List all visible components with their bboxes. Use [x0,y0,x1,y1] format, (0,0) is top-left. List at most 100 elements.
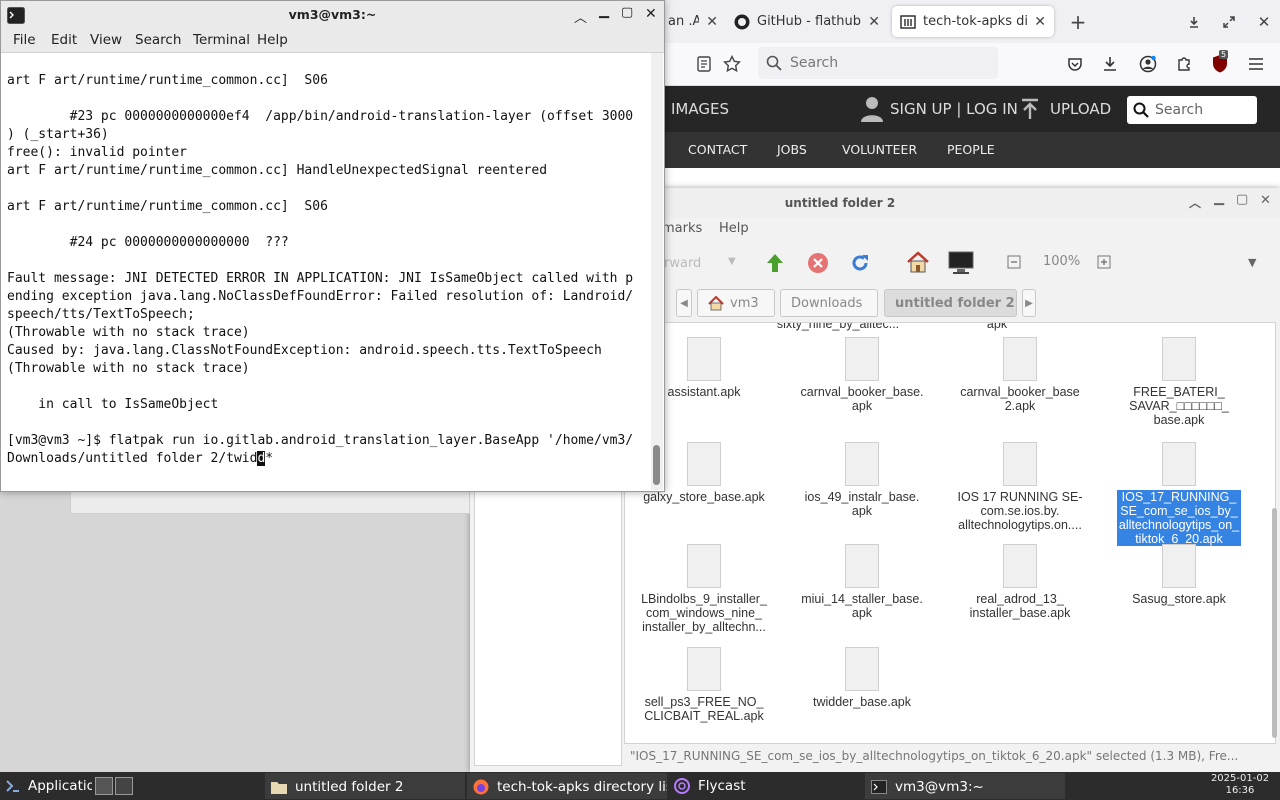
chevron-down-icon[interactable]: ▼ [728,256,736,267]
reader-view-icon[interactable] [694,54,714,74]
menu-edit[interactable]: Edit [51,32,77,48]
toolbar-overflow-icon[interactable]: ▼ [1248,256,1256,269]
breadcrumb-label: Downloads [791,295,863,311]
subnav-contact[interactable]: CONTACT [688,142,747,157]
site-search-input[interactable]: Search [1127,96,1257,124]
subnav-people[interactable]: PEOPLE [947,142,995,157]
terminal-scrollbar[interactable] [651,53,663,490]
file-item[interactable]: ios_49_instalr_base. apk [795,442,929,518]
terminal-scrollbar-thumb[interactable] [653,445,660,485]
breadcrumb-forward-arrow[interactable]: ▶ [1022,289,1036,317]
apk-file-icon [1162,442,1196,486]
maximize-icon[interactable]: ▢ [1236,192,1248,207]
new-tab-icon[interactable]: + [1068,10,1088,34]
menu-search[interactable]: Search [135,32,181,48]
file-grid[interactable]: sixty_nine_by_alltec... apk assistant.ap… [624,322,1276,744]
file-item[interactable]: miui_14_staller_base. apk [795,544,929,620]
parent-folder-icon[interactable] [764,252,786,274]
taskbar-window-flycast[interactable]: Flycast [668,773,863,799]
menu-bookmarks[interactable]: marks [662,221,702,236]
taskbar-window-label: Flycast [698,778,746,794]
taskbar-window-firefox[interactable]: tech-tok-apks directory listi... [467,773,667,799]
breadcrumb-back-arrow[interactable]: ◀ [676,289,692,317]
taskbar-window-terminal[interactable]: vm3@vm3:~ [865,773,1065,799]
close-icon[interactable]: ✕ [706,14,718,30]
file-item[interactable]: LBindolbs_9_installer_ com_windows_nine_ i… [637,544,771,634]
terminal-input-line[interactable]: Downloads/untitled folder 2/twidd* [7,450,650,468]
file-item[interactable]: sell_ps3_FREE_NO_ CLICBAIT_REAL.apk [637,647,771,723]
minimize-icon[interactable]: ▁ [599,4,609,19]
bookmark-star-icon[interactable] [722,54,742,74]
stop-icon[interactable] [807,252,829,274]
nav-images[interactable]: IMAGES [671,100,729,118]
menu-help[interactable]: Help [719,221,749,236]
zoom-out-icon[interactable] [1007,255,1021,269]
terminal-titlebar[interactable]: vm3@vm3:~ ︿ ▁ ▢ ✕ [1,1,664,30]
terminal-line: art F art/runtime/runtime_common.cc] S06 [7,73,328,88]
pocket-icon[interactable] [1065,54,1085,74]
file-item[interactable]: real_adrod_13_ installer_base.apk [953,544,1087,620]
close-icon[interactable]: ✕ [868,14,880,30]
applications-menu[interactable]: Applications [0,773,92,799]
account-icon[interactable] [1138,54,1158,74]
ublock-icon[interactable]: 5 [1210,50,1230,73]
restore-icon[interactable] [1219,12,1239,32]
flycast-icon [674,778,690,794]
file-item[interactable]: carnval_booker_base 2.apk [953,337,1087,413]
site-subnav: CONTACT JOBS VOLUNTEER PEOPLE [660,132,1280,168]
close-icon[interactable]: ✕ [1034,14,1046,30]
workspace-2[interactable] [115,777,133,795]
chevron-up-icon[interactable]: ︿ [574,7,587,26]
clock[interactable]: 2025-01-02 16:36 [1210,773,1270,797]
close-icon[interactable]: ✕ [645,6,657,22]
breadcrumb-current[interactable]: untitled folder 2 [884,289,1017,317]
file-partial[interactable]: apk [930,323,1064,331]
file-item[interactable]: IOS 17 RUNNING SE-com.se.ios.by. alltechn… [953,442,1087,532]
forward-button[interactable]: rward [664,256,701,271]
chevron-up-icon[interactable]: ︿ [1189,194,1201,211]
subnav-volunteer[interactable]: VOLUNTEER [842,142,917,157]
tab-tech-tok-apks[interactable]: tech-tok-apks dire ✕ [892,6,1054,37]
extensions-icon[interactable] [1174,54,1194,74]
breadcrumb-downloads[interactable]: Downloads [780,289,878,317]
breadcrumb-vm3[interactable]: vm3 [697,289,775,317]
downloads-icon[interactable] [1100,54,1120,74]
taskbar-window-file-manager[interactable]: untitled folder 2 [265,773,465,799]
zoom-level: 100% [1043,254,1081,269]
menu-terminal[interactable]: Terminal [193,32,250,48]
hamburger-menu-icon[interactable] [1246,54,1266,74]
file-item[interactable]: Sasug_store.apk [1112,544,1246,606]
file-item-selected[interactable]: IOS_17_RUNNING_ SE_com_se_ios_by_ alltechn… [1112,442,1246,546]
terminal-icon [871,780,887,794]
maximize-icon[interactable]: ▢ [621,5,633,20]
minimize-icon[interactable]: ▁ [1214,191,1224,206]
workspace-switcher[interactable] [93,773,133,799]
subnav-jobs[interactable]: JOBS [777,142,807,157]
menu-file[interactable]: File [13,32,36,48]
file-item[interactable]: carnval_booker_base. apk [795,337,929,413]
sign-up-login-link[interactable]: SIGN UP | LOG IN [890,100,1018,118]
close-window-icon[interactable]: ✕ [1254,12,1274,32]
close-icon[interactable]: ✕ [1260,193,1271,208]
download-arrow-icon[interactable] [1184,12,1204,32]
terminal-output[interactable]: art F art/runtime/runtime_common.cc] S06… [7,54,650,484]
upload-link[interactable]: UPLOAD [1050,100,1111,118]
workspace-1[interactable] [95,777,113,795]
zoom-in-icon[interactable] [1097,255,1111,269]
home-icon[interactable] [906,251,930,273]
computer-icon[interactable] [948,251,974,275]
tab-github[interactable]: GitHub - flathub/io ✕ [726,6,888,37]
file-item[interactable]: twidder_base.apk [795,647,929,709]
user-icon [861,96,883,122]
tab-partial[interactable]: an .A ✕ [660,6,726,37]
menu-help[interactable]: Help [257,32,288,48]
file-name: carnval_booker_base 2.apk [960,385,1080,413]
apk-file-icon [845,544,879,588]
search-icon [1133,102,1149,118]
reload-icon[interactable] [849,252,871,274]
file-item[interactable]: FREE_BATERI_ SAVAR_□□□□□□_ base.apk [1112,337,1246,427]
file-grid-scrollbar[interactable] [1272,508,1277,738]
menu-view[interactable]: View [90,32,122,48]
firefox-search-box[interactable]: Search [758,47,998,79]
file-partial[interactable]: sixty_nine_by_alltec... [771,323,905,331]
